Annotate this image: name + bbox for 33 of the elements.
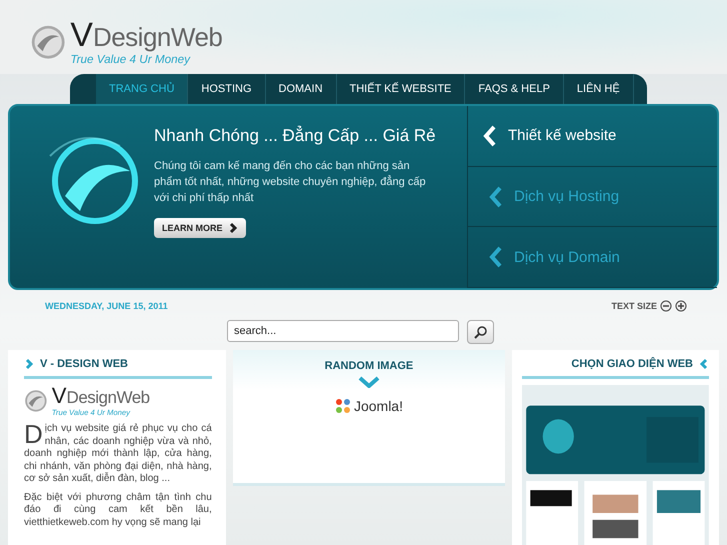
hero-menu-item[interactable]: Thiết kế website: [468, 106, 717, 167]
chevron-right-icon: [24, 358, 34, 370]
logo-name: DesignWeb: [66, 388, 150, 408]
date-label: WEDNESDAY, JUNE 15, 2011: [45, 301, 168, 311]
minus-icon[interactable]: [660, 300, 672, 312]
section-title: CHỌN GIAO DIỆN WEB: [571, 358, 693, 370]
hero-text: Chúng tôi cam kế mang đến cho các bạn những sản phẩm tốt nhất, những website chuyên nghiệp, đẳng cấp với chi phí thấp nhất: [154, 159, 427, 206]
chevron-left-icon: [699, 358, 709, 370]
body-paragraph: Đặc biệt với phương châm tận tình chu đáo đi cùng cam kết bền lâu, vietthietkeweb.com hy vọng sẽ mang lại: [24, 492, 212, 529]
hero-title: Nhanh Chóng ... Đẳng Cấp ... Giá Rẻ: [154, 126, 436, 146]
logo-mark: V: [70, 18, 93, 52]
chevron-left-icon: [488, 186, 504, 208]
body-paragraph: Dịch vụ website giá rẻ phục vụ cho cá nhân, các doanh nghiệp vừa và nhỏ, doanh nghiệp mới thành lập, cửa hàng, chi nhánh, văn phòng đại diện, nhà hàng, cơ sở sản xuất, diễn đàn, blog ...: [24, 423, 212, 486]
learn-more-button[interactable]: LEARN MORE: [154, 218, 246, 238]
section-title: V - DESIGN WEB: [40, 358, 128, 370]
logo-swirl-icon: [24, 389, 48, 413]
logo-tagline: True Value 4 Ur Money: [70, 52, 192, 66]
chevron-left-icon: [488, 246, 504, 268]
joomla-logo-text: Joomla!: [354, 398, 403, 414]
logo-name: DesignWeb: [92, 22, 222, 52]
chevron-left-icon: [482, 124, 498, 147]
search-button[interactable]: [467, 320, 494, 344]
nav-tab[interactable]: TRANG CHỦ: [96, 74, 188, 104]
chevron-down-icon: [358, 376, 380, 388]
search-icon: [474, 325, 488, 339]
logo-swirl-icon: [30, 24, 66, 60]
logo-mark: V: [52, 385, 67, 408]
chevron-right-icon: [228, 222, 238, 234]
text-size-label: TEXT SIZE: [611, 301, 657, 311]
joomla-logo-icon: [334, 398, 351, 414]
section-title: RANDOM IMAGE: [324, 360, 414, 372]
search-field[interactable]: search...: [227, 320, 459, 342]
plus-icon[interactable]: [675, 300, 687, 312]
